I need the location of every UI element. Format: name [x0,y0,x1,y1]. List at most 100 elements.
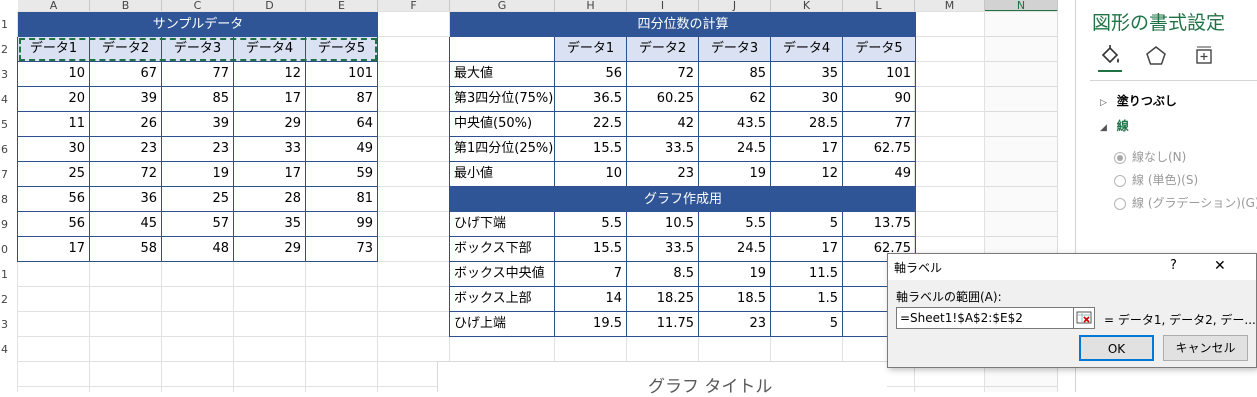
graph-row-label[interactable]: ボックス下部 [450,237,555,262]
graph-cell[interactable]: 18.25 [627,287,699,312]
sample-cell[interactable]: 56 [18,212,90,237]
sample-cell[interactable]: 99 [306,212,378,237]
sample-cell[interactable]: 87 [306,87,378,112]
sample-cell[interactable]: 19 [162,162,234,187]
graph-cell[interactable]: 11.5 [771,262,843,287]
size-properties-icon[interactable] [1192,44,1216,68]
sample-cell[interactable]: 73 [306,237,378,262]
sample-cell[interactable]: 56 [18,187,90,212]
sample-cell[interactable]: 49 [306,137,378,162]
quartile-cell[interactable]: 62 [699,87,771,112]
sample-cell[interactable]: 29 [234,112,306,137]
quartile-cell[interactable]: 24.5 [699,137,771,162]
sample-cell[interactable]: 45 [90,212,162,237]
sample-cell[interactable]: 17 [234,162,306,187]
sample-cell[interactable]: 25 [162,187,234,212]
sample-cell[interactable]: 39 [90,87,162,112]
graph-cell[interactable]: 8.5 [627,262,699,287]
row-header[interactable]: 3 [0,312,8,337]
quartile-cell[interactable]: 60.25 [627,87,699,112]
graph-cell[interactable]: 14 [555,287,627,312]
quartile-cell[interactable]: 17 [771,137,843,162]
sample-cell[interactable]: 26 [90,112,162,137]
graph-cell[interactable]: 5.5 [555,212,627,237]
graph-cell[interactable]: 18.5 [699,287,771,312]
quartile-header-cell[interactable]: データ4 [771,37,843,62]
quartile-cell[interactable]: 15.5 [555,137,627,162]
quartile-cell[interactable]: 33.5 [627,137,699,162]
sample-cell[interactable]: 39 [162,112,234,137]
quartile-cell[interactable]: 28.5 [771,112,843,137]
graph-row-label[interactable]: ひげ下端 [450,212,555,237]
line-option[interactable]: 線 (グラデーション)(G) [1114,194,1257,214]
section-fill[interactable]: ▷ 塗りつぶし [1100,92,1250,110]
sample-cell[interactable]: 28 [234,187,306,212]
row-header[interactable]: 4 [0,337,8,362]
graph-cell[interactable]: 5.5 [699,212,771,237]
quartile-cell[interactable]: 49 [843,162,916,187]
sample-cell[interactable]: 29 [234,237,306,262]
close-icon[interactable]: ✕ [1214,258,1226,274]
graph-cell[interactable]: 24.5 [699,237,771,262]
row-header[interactable]: 0 [0,237,8,262]
graph-row-label[interactable]: ひげ上端 [450,312,555,337]
chart-area[interactable]: グラフ タイトル [437,361,887,397]
sample-cell[interactable]: 25 [18,162,90,187]
row-header[interactable]: 9 [0,212,8,237]
chart-title[interactable]: グラフ タイトル [648,372,772,397]
sample-cell[interactable]: 36 [90,187,162,212]
row-header[interactable]: 6 [0,137,8,162]
quartile-cell[interactable]: 30 [771,87,843,112]
sample-cell[interactable]: 35 [234,212,306,237]
quartile-cell[interactable]: 77 [843,112,916,137]
quartile-cell[interactable]: 12 [771,162,843,187]
graph-cell[interactable]: 19 [699,262,771,287]
sample-cell[interactable]: 57 [162,212,234,237]
row-header[interactable]: 2 [0,37,8,62]
quartile-cell[interactable]: 62.75 [843,137,916,162]
paint-bucket-icon[interactable] [1098,44,1122,68]
line-option[interactable]: 線 (単色)(S) [1114,171,1198,191]
pentagon-icon[interactable] [1144,44,1168,68]
sample-cell[interactable]: 12 [234,62,306,87]
row-header[interactable]: 4 [0,87,8,112]
row-header[interactable]: 1 [0,12,8,37]
graph-cell[interactable]: 5 [771,312,843,337]
sample-cell[interactable]: 33 [234,137,306,162]
graph-row-label[interactable]: ボックス上部 [450,287,555,312]
sample-cell[interactable]: 20 [18,87,90,112]
quartile-cell[interactable]: 10 [555,162,627,187]
sample-cell[interactable]: 11 [18,112,90,137]
quartile-row-label[interactable]: 最小値 [450,162,555,187]
graph-cell[interactable]: 7 [555,262,627,287]
quartile-cell[interactable]: 85 [699,62,771,87]
graph-cell[interactable]: 17 [771,237,843,262]
sample-cell[interactable]: 101 [306,62,378,87]
graph-cell[interactable]: 10.5 [627,212,699,237]
quartile-row-label[interactable]: 中央値(50%) [450,112,555,137]
quartile-cell[interactable]: 35 [771,62,843,87]
sample-cell[interactable]: 17 [234,87,306,112]
sample-cell[interactable]: 30 [18,137,90,162]
sample-cell[interactable]: 72 [90,162,162,187]
sample-cell[interactable]: 59 [306,162,378,187]
quartile-header-cell[interactable]: データ5 [843,37,916,62]
graph-cell[interactable]: 23 [699,312,771,337]
row-header[interactable]: 7 [0,162,8,187]
radio-button[interactable] [1114,151,1126,164]
sample-cell[interactable]: 58 [90,237,162,262]
sample-cell[interactable]: 23 [162,137,234,162]
graph-cell[interactable]: 1.5 [771,287,843,312]
quartile-row-label[interactable]: 第1四分位(25%) [450,137,555,162]
sample-cell[interactable]: 77 [162,62,234,87]
row-header[interactable]: 3 [0,62,8,87]
ok-button[interactable]: OK [1079,335,1154,361]
quartile-corner-cell[interactable] [450,37,555,62]
radio-button[interactable] [1114,174,1126,187]
graph-cell[interactable]: 11.75 [627,312,699,337]
graph-cell[interactable]: 33.5 [627,237,699,262]
line-option[interactable]: 線なし(N) [1114,148,1186,168]
quartile-cell[interactable]: 72 [627,62,699,87]
quartile-cell[interactable]: 23 [627,162,699,187]
cancel-button[interactable]: キャンセル [1163,335,1248,361]
